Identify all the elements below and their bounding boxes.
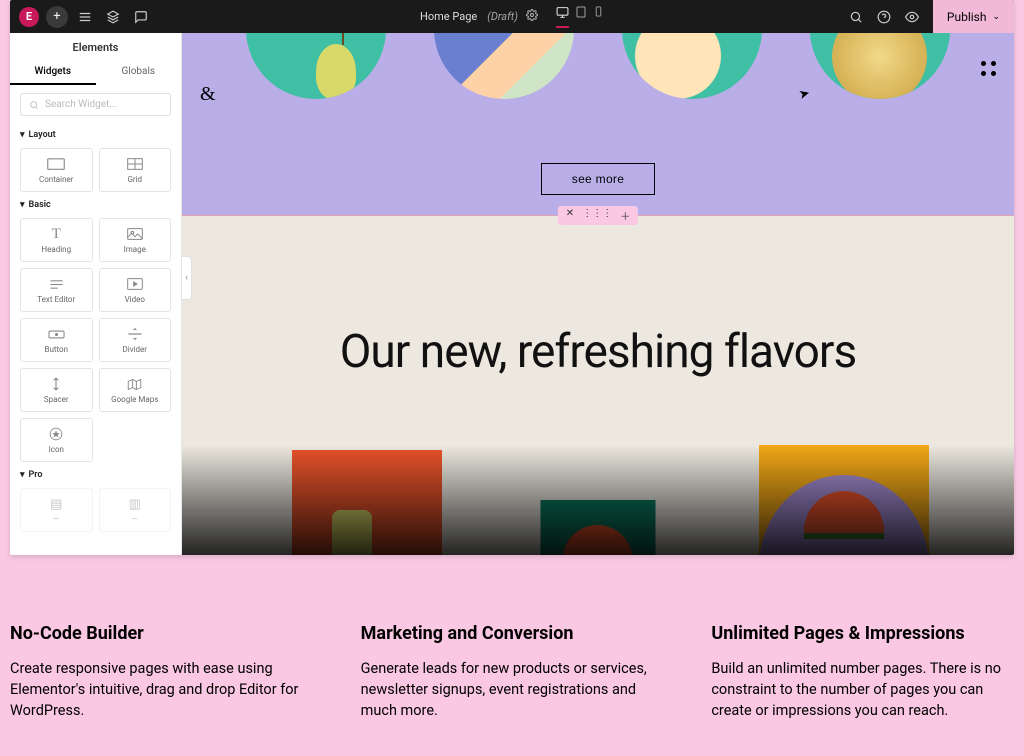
widget-spacer[interactable]: Spacer <box>20 368 93 412</box>
features-row: No-Code Builder Create responsive pages … <box>0 555 1024 721</box>
widgets-panel: Elements Widgets Globals Search Widget..… <box>10 33 182 555</box>
preview-icon[interactable] <box>899 4 925 30</box>
section-pro: ▾ Pro ▤— ▥— <box>10 464 181 534</box>
google-maps-icon <box>127 377 142 392</box>
star-icon <box>49 427 63 442</box>
spacer-icon <box>49 377 63 392</box>
fruit-image-2 <box>434 33 574 99</box>
widget-icon[interactable]: Icon <box>20 418 93 462</box>
page-status: (Draft) <box>487 10 518 23</box>
editor-body: Elements Widgets Globals Search Widget..… <box>10 33 1014 555</box>
image-icon <box>127 227 143 242</box>
tab-widgets[interactable]: Widgets <box>10 60 96 85</box>
feature-title: Unlimited Pages & Impressions <box>711 623 1014 644</box>
page-title: Home Page <box>420 10 477 23</box>
see-more-button[interactable]: see more <box>541 163 655 195</box>
feature-body: Generate leads for new products or servi… <box>361 658 664 721</box>
delete-section-icon[interactable]: ✕ <box>566 208 574 223</box>
section-edit-handle: ✕ ⋮⋮⋮ ＋ <box>558 206 638 225</box>
widget-divider[interactable]: Divider <box>99 318 172 362</box>
fruit-image-1 <box>246 33 386 99</box>
heading-icon: T <box>52 227 61 242</box>
settings-stack-icon[interactable] <box>100 4 126 30</box>
drag-section-icon[interactable]: ⋮⋮⋮ <box>582 208 612 223</box>
editor-screenshot: E + Home Page (Draft) <box>10 0 1014 555</box>
topbar: E + Home Page (Draft) <box>10 0 1014 33</box>
device-tablet-icon[interactable] <box>575 6 587 28</box>
widget-grid[interactable]: Grid <box>99 148 172 192</box>
tab-globals[interactable]: Globals <box>96 60 182 85</box>
feature-marketing: Marketing and Conversion Generate leads … <box>361 623 664 721</box>
feature-body: Create responsive pages with ease using … <box>10 658 313 721</box>
panel-tabs: Widgets Globals <box>10 60 181 85</box>
publish-label: Publish <box>947 10 987 24</box>
section-basic-header[interactable]: ▾ Basic <box>20 196 171 214</box>
hero-section[interactable]: & ➤ see more ✕ ⋮⋮⋮ ＋ <box>182 33 1014 215</box>
responsive-devices <box>556 6 604 28</box>
widget-heading[interactable]: THeading <box>20 218 93 262</box>
topbar-right: Publish ⌄ <box>843 0 1014 33</box>
menu-dots-icon[interactable] <box>981 61 996 76</box>
search-placeholder: Search Widget... <box>45 99 117 110</box>
section-layout: ▾ Layout Container Grid <box>10 124 181 194</box>
grid-icon <box>127 157 143 172</box>
chevron-down-icon: ⌄ <box>992 12 1000 22</box>
product-tile-3 <box>759 445 929 555</box>
headline-text: Our new, refreshing flavors <box>182 216 1014 379</box>
widget-pro-2[interactable]: ▥— <box>99 488 172 532</box>
widget-container[interactable]: Container <box>20 148 93 192</box>
feature-unlimited: Unlimited Pages & Impressions Build an u… <box>711 623 1014 721</box>
headline-section[interactable]: Our new, refreshing flavors <box>182 215 1014 555</box>
container-icon <box>47 157 65 172</box>
widget-google-maps[interactable]: Google Maps <box>99 368 172 412</box>
widget-button[interactable]: Button <box>20 318 93 362</box>
device-mobile-icon[interactable] <box>593 6 604 28</box>
widget-image[interactable]: Image <box>99 218 172 262</box>
section-layout-header[interactable]: ▾ Layout <box>20 126 171 144</box>
video-icon <box>127 277 143 292</box>
add-section-icon[interactable]: ＋ <box>620 208 630 223</box>
feature-title: No-Code Builder <box>10 623 313 644</box>
divider-icon <box>127 327 143 342</box>
comments-icon[interactable] <box>128 4 154 30</box>
structure-icon[interactable] <box>72 4 98 30</box>
widget-pro-1[interactable]: ▤— <box>20 488 93 532</box>
section-pro-header[interactable]: ▾ Pro <box>20 466 171 484</box>
fruit-image-3 <box>622 33 762 99</box>
canvas[interactable]: & ➤ see more ✕ ⋮⋮⋮ ＋ Our new, refreshing… <box>182 33 1014 555</box>
finder-search-icon[interactable] <box>843 4 869 30</box>
page-title-area[interactable]: Home Page (Draft) <box>420 6 604 28</box>
fruit-images-row <box>182 33 1014 99</box>
section-basic: ▾ Basic THeading Image Text Editor Video… <box>10 194 181 464</box>
feature-no-code: No-Code Builder Create responsive pages … <box>10 623 313 721</box>
widget-text-editor[interactable]: Text Editor <box>20 268 93 312</box>
text-editor-icon <box>49 277 64 292</box>
button-icon <box>48 327 65 342</box>
search-icon <box>29 100 39 110</box>
help-icon[interactable] <box>871 4 897 30</box>
elementor-logo[interactable]: E <box>16 4 42 30</box>
panel-title: Elements <box>10 33 181 60</box>
add-widget-button[interactable]: + <box>44 4 70 30</box>
fruit-image-4 <box>810 33 950 99</box>
product-tile-1 <box>292 450 442 555</box>
device-desktop-icon[interactable] <box>556 6 569 28</box>
feature-body: Build an unlimited number pages. There i… <box>711 658 1014 721</box>
widget-video[interactable]: Video <box>99 268 172 312</box>
product-tile-2 <box>541 500 656 555</box>
feature-title: Marketing and Conversion <box>361 623 664 644</box>
collapse-panel-handle[interactable]: ‹ <box>182 256 192 300</box>
page-settings-icon[interactable] <box>526 9 538 24</box>
publish-button[interactable]: Publish ⌄ <box>933 0 1014 33</box>
topbar-left: E + <box>10 4 154 30</box>
search-input[interactable]: Search Widget... <box>20 93 171 116</box>
